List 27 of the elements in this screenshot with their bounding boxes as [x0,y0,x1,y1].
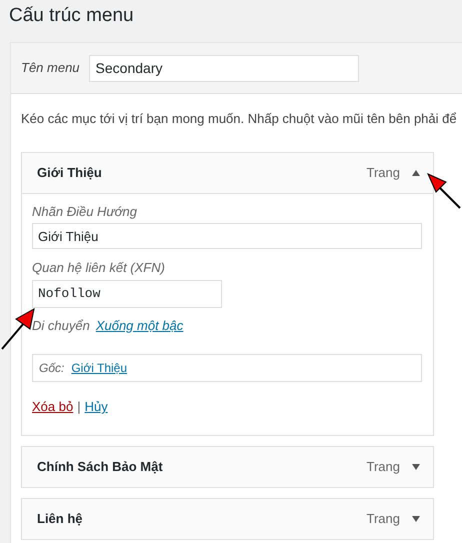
collapse-caret-icon[interactable] [411,168,421,178]
field-label: Nhãn Điều Hướng [32,202,138,221]
expand-caret-icon[interactable] [411,462,421,472]
field-label: Quan hệ liên kết (XFN) [32,259,166,277]
move-down-link[interactable]: Xuống một bậc [96,316,184,335]
instruction-text: Kéo các mục tới vị trí bạn mong muốn. Nhấp chuột vào mũi tên bên phải để [21,110,458,128]
xfn-field[interactable]: Nofollow [32,280,222,308]
remove-link[interactable]: Xóa bỏ [32,397,74,416]
item-title: Chính Sách Bảo Mật [37,458,164,476]
item-title: Giới Thiệu [37,164,103,182]
menu-name-field[interactable]: Secondary [88,54,359,82]
expand-caret-icon[interactable] [411,514,421,524]
menu-item-bar[interactable]: Chính Sách Bảo Mật Trang [21,446,434,488]
menu-item-bar[interactable]: Giới Thiệu Trang [21,152,434,194]
item-type: Trang [366,458,400,476]
original-label: Gốc: [39,360,64,377]
cancel-link[interactable]: Hủy [84,397,108,416]
field-label: Tên menu [21,59,80,78]
menu-item-bar[interactable]: Liên hệ Trang [21,498,434,540]
item-title: Liên hệ [37,510,84,528]
item-type: Trang [366,164,400,182]
move-label: Di chuyển [32,316,90,335]
original-link[interactable]: Giới Thiệu [71,359,128,377]
section-title: Cấu trúc menu [9,4,134,28]
nav-label-field[interactable]: Giới Thiệu [32,223,422,249]
link-separator: | [77,398,81,416]
item-type: Trang [366,510,400,528]
